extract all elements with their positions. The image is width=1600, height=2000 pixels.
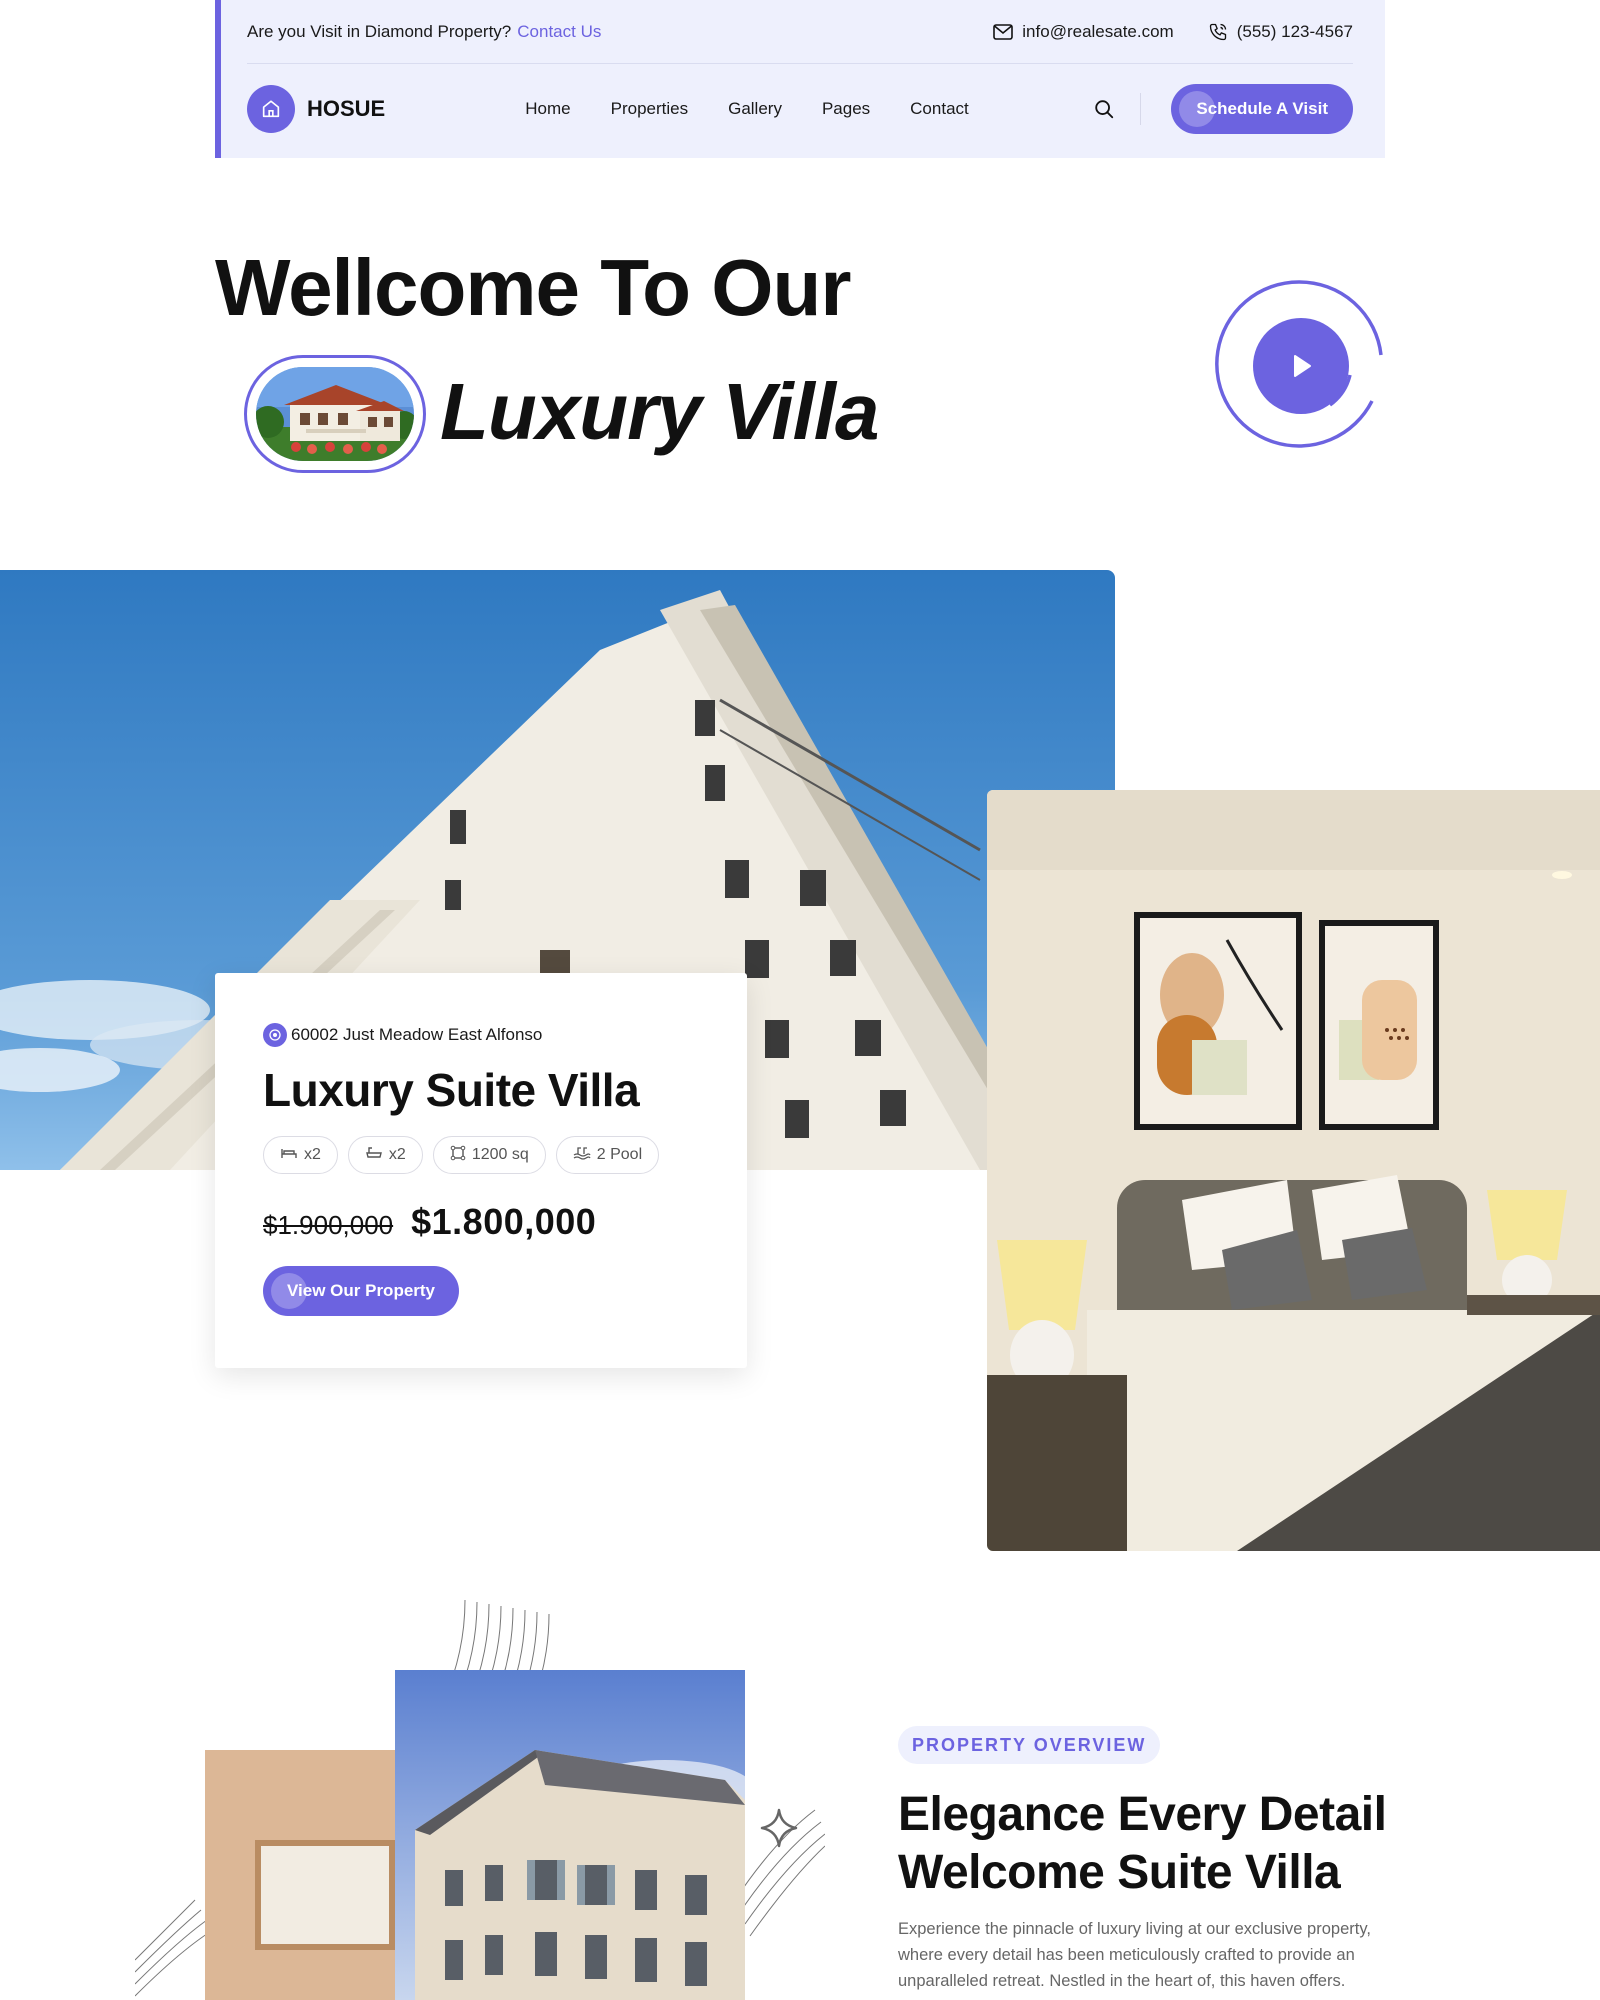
feature-bedrooms: x2 bbox=[263, 1136, 338, 1174]
nav-contact[interactable]: Contact bbox=[910, 99, 969, 119]
house-icon bbox=[247, 85, 295, 133]
property-title: Luxury Suite Villa bbox=[263, 1064, 640, 1116]
nav-actions: Schedule A Visit bbox=[1088, 84, 1353, 134]
schedule-visit-label: Schedule A Visit bbox=[1196, 99, 1328, 118]
new-price: $1.800,000 bbox=[411, 1201, 597, 1242]
feature-area-label: 1200 sq bbox=[471, 1146, 529, 1163]
bed-icon bbox=[280, 1146, 298, 1165]
logo[interactable]: HOSUE bbox=[247, 85, 385, 133]
property-address: 60002 Just Meadow East Alfonso bbox=[263, 1023, 542, 1047]
nav-gallery[interactable]: Gallery bbox=[728, 99, 782, 119]
play-icon bbox=[1253, 318, 1349, 414]
overview-title-line1: Elegance Every Detail bbox=[898, 1788, 1387, 1841]
nav-properties[interactable]: Properties bbox=[611, 99, 688, 119]
logo-text: HOSUE bbox=[307, 96, 386, 121]
envelope-icon bbox=[993, 23, 1014, 40]
feature-pool: 2 Pool bbox=[555, 1136, 660, 1174]
phone-text: (555) 123-4567 bbox=[1236, 21, 1353, 41]
address-text: 60002 Just Meadow East Alfonso bbox=[291, 1025, 543, 1044]
feature-pool-label: 2 Pool bbox=[596, 1146, 643, 1163]
location-pin-icon bbox=[263, 1023, 287, 1047]
area-icon bbox=[450, 1145, 466, 1166]
schedule-visit-button[interactable]: Schedule A Visit bbox=[1171, 84, 1353, 134]
contact-us-link[interactable]: Contact Us bbox=[517, 22, 601, 42]
hero-title-line1: Wellcome To Our bbox=[215, 243, 851, 332]
email-text: info@realesate.com bbox=[1022, 21, 1174, 41]
feature-bedrooms-label: x2 bbox=[304, 1146, 321, 1163]
hero-villa-thumbnail bbox=[244, 355, 426, 473]
site-header: Are you Visit in Diamond Property? Conta… bbox=[215, 0, 1385, 158]
house-photo bbox=[395, 1670, 745, 2000]
top-bar: Are you Visit in Diamond Property? Conta… bbox=[247, 0, 1353, 64]
sparkle-icon bbox=[760, 1808, 798, 1848]
top-bar-contacts: info@realesate.com (555) 123-4567 bbox=[993, 22, 1353, 42]
overview-description: Experience the pinnacle of luxury living… bbox=[898, 1920, 1371, 1990]
overview-title-line2: Welcome Suite Villa bbox=[898, 1846, 1341, 1899]
overview-title: Elegance Every Detail Welcome Suite Vill… bbox=[898, 1786, 1418, 1902]
view-property-label: View Our Property bbox=[287, 1281, 436, 1300]
feature-area: 1200 sq bbox=[432, 1136, 546, 1174]
feature-bathrooms: x2 bbox=[347, 1136, 423, 1174]
property-prices: $1.900,000 $1.800,000 bbox=[263, 1201, 596, 1243]
picture-frame-photo bbox=[205, 1750, 420, 2000]
nav-home[interactable]: Home bbox=[525, 99, 570, 119]
phone-item[interactable]: (555) 123-4567 bbox=[1208, 22, 1353, 42]
bathtub-icon bbox=[365, 1146, 383, 1165]
property-card: 60002 Just Meadow East Alfonso Luxury Su… bbox=[215, 973, 747, 1368]
villa-thumbnail-image bbox=[256, 367, 414, 461]
old-price: $1.900,000 bbox=[263, 1210, 394, 1240]
property-features: x2 x2 1200 sq 2 Pool bbox=[263, 1136, 660, 1174]
search-icon[interactable] bbox=[1088, 93, 1120, 125]
phone-icon bbox=[1208, 22, 1228, 42]
main-nav: Home Properties Gallery Pages Contact bbox=[525, 99, 969, 119]
view-property-button[interactable]: View Our Property bbox=[263, 1266, 460, 1316]
pool-icon bbox=[573, 1146, 591, 1165]
nav-divider bbox=[1140, 93, 1142, 125]
email-item[interactable]: info@realesate.com bbox=[993, 21, 1174, 42]
nav-pages[interactable]: Pages bbox=[822, 99, 870, 119]
bedroom-photo bbox=[987, 790, 1600, 1551]
feature-bathrooms-label: x2 bbox=[388, 1146, 406, 1163]
main-nav-row: HOSUE Home Properties Gallery Pages Cont… bbox=[247, 84, 1353, 134]
hero-title-line2: Luxury Villa bbox=[440, 367, 880, 456]
section-badge: PROPERTY OVERVIEW bbox=[898, 1726, 1161, 1764]
play-video-button[interactable] bbox=[1210, 275, 1388, 453]
visit-question: Are you Visit in Diamond Property? bbox=[247, 21, 512, 41]
